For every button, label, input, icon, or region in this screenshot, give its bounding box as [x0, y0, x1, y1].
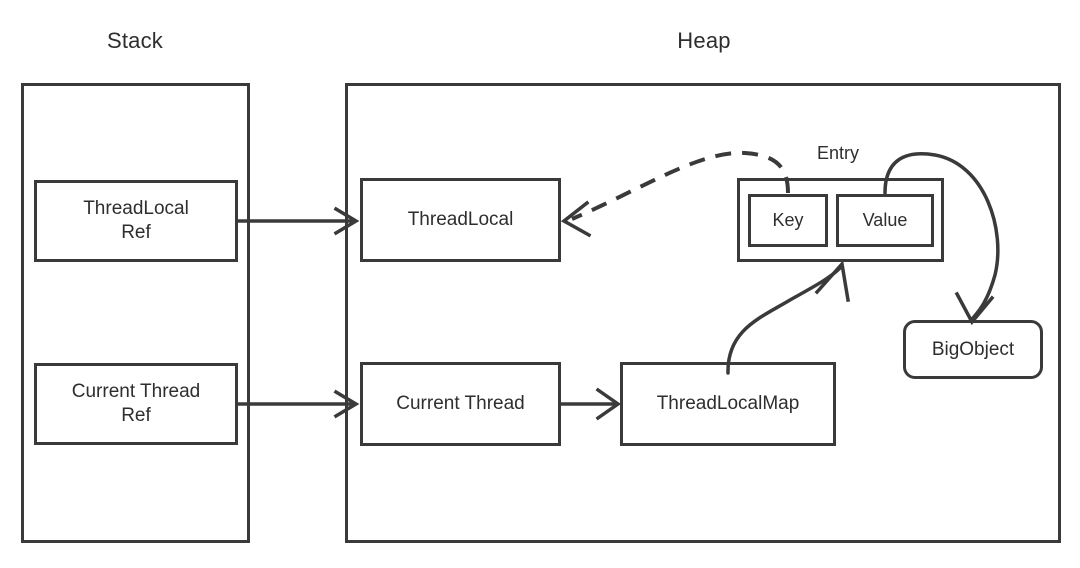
node-current-thread: Current Thread — [360, 362, 561, 446]
node-threadlocalmap: ThreadLocalMap — [620, 362, 836, 446]
stack-region-title: Stack — [106, 28, 164, 53]
entry-label: Entry — [816, 143, 859, 163]
node-current-thread-ref: Current Thread Ref — [34, 363, 238, 445]
heap-container — [345, 83, 1061, 543]
node-threadlocal-ref: ThreadLocal Ref — [34, 180, 238, 262]
edge-threadlocal-ref-to-threadlocal — [236, 206, 360, 236]
node-bigobject: BigObject — [903, 320, 1043, 379]
node-threadlocal: ThreadLocal — [360, 178, 561, 262]
entry-key-slot: Key — [748, 194, 828, 247]
heap-region-title: Heap — [677, 28, 731, 53]
edge-current-thread-ref-to-current-thread — [236, 389, 360, 419]
entry-value-slot: Value — [836, 194, 934, 247]
stack-container — [21, 83, 250, 543]
threadlocal-memory-diagram: Stack Heap ThreadLocal Ref Current Threa… — [0, 0, 1080, 568]
